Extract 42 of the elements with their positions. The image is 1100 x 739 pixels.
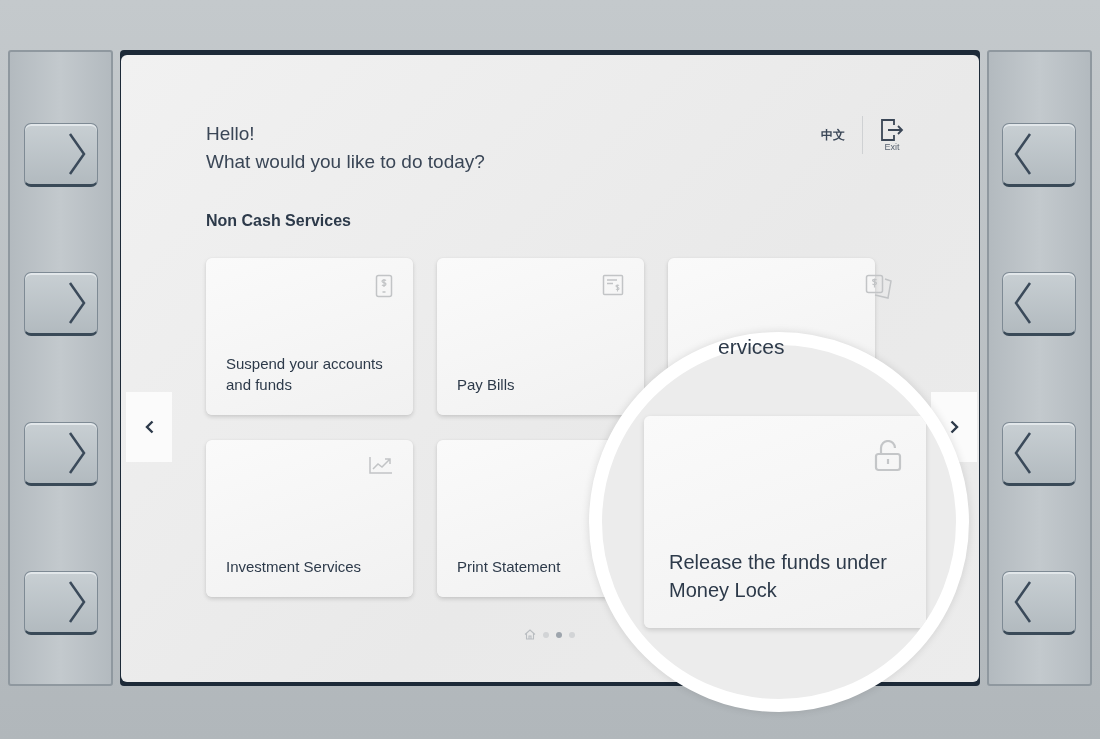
phone-dollar-icon bbox=[375, 274, 393, 298]
cards-icon bbox=[865, 274, 893, 300]
exit-icon bbox=[880, 118, 904, 142]
page-dot[interactable] bbox=[543, 631, 549, 638]
language-button[interactable]: 中文 bbox=[821, 116, 862, 154]
card-label: Release the funds under Money Lock bbox=[669, 550, 888, 603]
left-chevron-icon bbox=[1013, 580, 1034, 625]
right-chevron-icon bbox=[66, 430, 87, 475]
card-label: Print Statement bbox=[457, 557, 562, 577]
card-label: ervices bbox=[718, 336, 786, 357]
side-key[interactable] bbox=[1002, 122, 1077, 187]
chart-icon bbox=[369, 456, 393, 474]
exit-button[interactable]: Exit bbox=[863, 118, 904, 152]
card-label: Investment Services bbox=[226, 557, 363, 577]
lock-icon bbox=[874, 440, 902, 472]
right-chevron-icon bbox=[66, 580, 87, 625]
service-card[interactable]: Release the funds under Money Lock bbox=[644, 416, 926, 628]
card-label: Suspend your accounts and funds bbox=[226, 354, 384, 395]
side-key[interactable] bbox=[1002, 272, 1077, 337]
section-title: Non Cash Services bbox=[206, 212, 352, 230]
left-chevron-icon bbox=[144, 420, 154, 434]
greeting-text: Hello! bbox=[206, 122, 256, 146]
side-key[interactable] bbox=[23, 421, 98, 486]
question-text: What would you like to do today? bbox=[206, 150, 485, 174]
left-chevron-icon bbox=[1013, 131, 1034, 176]
right-chevron-icon bbox=[66, 131, 87, 176]
page-dot[interactable] bbox=[569, 631, 575, 638]
service-card[interactable]: Pay Bills bbox=[437, 258, 644, 415]
service-card[interactable]: Investment Services bbox=[206, 440, 413, 597]
left-chevron-icon bbox=[1013, 281, 1034, 326]
right-chevron-icon bbox=[949, 420, 959, 434]
bill-icon bbox=[602, 274, 624, 296]
side-key[interactable] bbox=[23, 272, 98, 337]
service-card[interactable]: Suspend your accounts and funds bbox=[206, 258, 413, 415]
side-key[interactable] bbox=[23, 571, 98, 636]
card-label: Pay Bills bbox=[457, 375, 516, 395]
right-chevron-icon bbox=[66, 281, 87, 326]
left-chevron-icon bbox=[1013, 430, 1034, 475]
side-key[interactable] bbox=[1002, 571, 1077, 636]
page-dot[interactable] bbox=[556, 631, 562, 638]
side-key[interactable] bbox=[1002, 421, 1077, 486]
side-key[interactable] bbox=[23, 122, 98, 187]
